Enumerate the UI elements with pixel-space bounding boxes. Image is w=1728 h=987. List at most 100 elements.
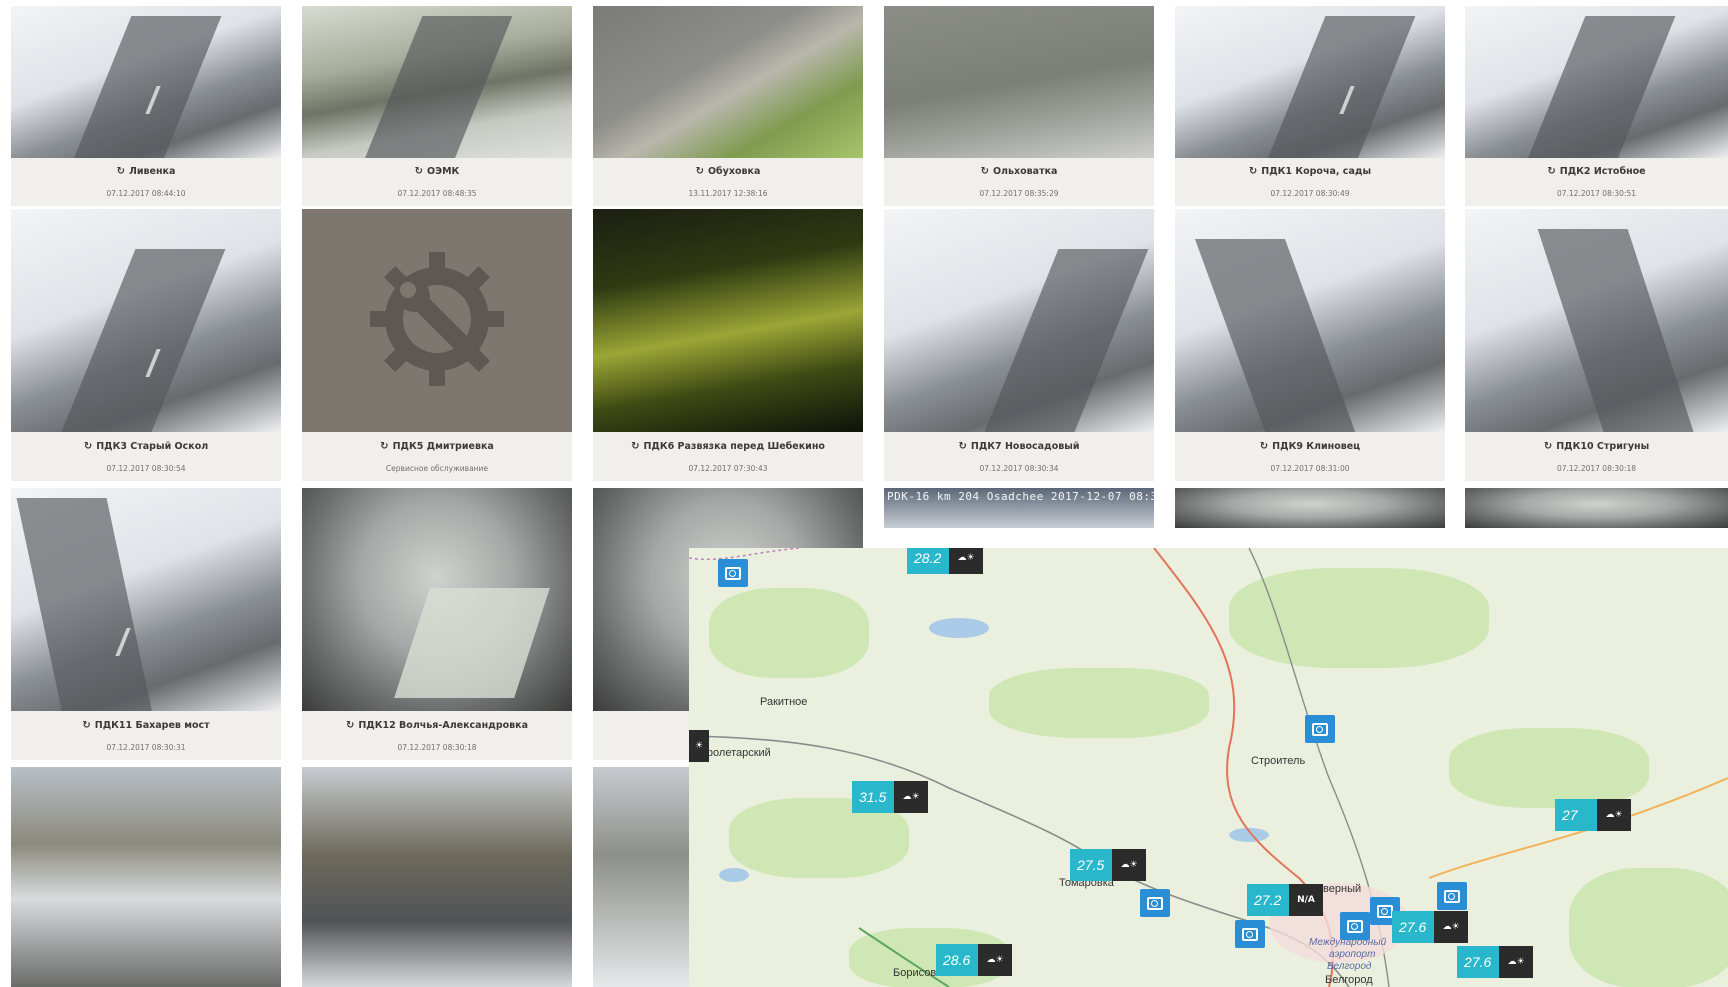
- camera-card[interactable]: ↻ ПДК3 Старый Оскол 07.12.2017 08:30:54: [11, 209, 281, 481]
- weather-marker[interactable]: 27.6 ☁☀: [1392, 911, 1468, 943]
- refresh-icon[interactable]: ↻: [415, 166, 423, 177]
- camera-marker[interactable]: [1140, 889, 1170, 917]
- camera-snapshot[interactable]: [302, 209, 572, 432]
- camera-card[interactable]: [1465, 488, 1728, 528]
- camera-timestamp: 07.12.2017 08:30:18: [1556, 464, 1636, 473]
- cloud-sun-icon: ☁☀: [978, 944, 1012, 976]
- camera-card[interactable]: ↻ ПДК1 Короча, сады 07.12.2017 08:30:49: [1175, 6, 1445, 206]
- camera-card[interactable]: PDK-16 km 204 Osadchee 2017-12-07 08:30:…: [884, 488, 1154, 528]
- camera-card[interactable]: ↻ ПДК7 Новосадовый 07.12.2017 08:30:34: [884, 209, 1154, 481]
- camera-title: ↻ ПДК3 Старый Оскол: [83, 441, 209, 452]
- weather-marker[interactable]: 27 ☁☀: [1555, 799, 1631, 831]
- camera-snapshot[interactable]: [302, 6, 572, 158]
- camera-icon: [1347, 919, 1363, 933]
- camera-marker[interactable]: [1340, 912, 1370, 940]
- camera-icon: [1444, 889, 1460, 903]
- place-label: Строитель: [1251, 755, 1306, 767]
- camera-card[interactable]: ↻ ПДК10 Стригуны 07.12.2017 08:30:18: [1465, 209, 1728, 481]
- temperature-value: 27.6: [1392, 911, 1434, 943]
- camera-snapshot[interactable]: PDK-16 km 204 Osadchee 2017-12-07 08:30:…: [884, 488, 1154, 528]
- place-label: Пролетарский: [699, 747, 771, 759]
- camera-marker[interactable]: [1305, 715, 1335, 743]
- camera-snapshot[interactable]: [1175, 209, 1445, 432]
- weather-marker[interactable]: 31.5 ☁☀: [852, 781, 928, 813]
- refresh-icon[interactable]: ↻: [84, 441, 92, 452]
- camera-card[interactable]: [302, 767, 572, 987]
- camera-snapshot[interactable]: [11, 6, 281, 158]
- camera-card[interactable]: ↻ ПДК6 Развязка перед Шебекино 07.12.2017…: [593, 209, 863, 481]
- camera-timestamp: 07.12.2017 08:30:18: [397, 743, 477, 752]
- camera-snapshot[interactable]: [302, 488, 572, 711]
- refresh-icon[interactable]: ↻: [82, 720, 90, 731]
- camera-snapshot[interactable]: [302, 767, 572, 987]
- refresh-icon[interactable]: ↻: [1249, 166, 1257, 177]
- camera-card[interactable]: ↻ ПДК11 Бахарев мост 07.12.2017 08:30:31: [11, 488, 281, 760]
- weather-marker[interactable]: 27.6 ☁☀: [1457, 946, 1533, 978]
- place-label: Ракитное: [760, 696, 808, 708]
- camera-timestamp: 07.12.2017 08:31:00: [1270, 464, 1350, 473]
- weather-map[interactable]: Ракитное Пролетарский Строитель Томаровк…: [689, 548, 1728, 987]
- refresh-icon[interactable]: ↻: [631, 441, 639, 452]
- weather-marker[interactable]: 27.2 N/A: [1247, 884, 1323, 916]
- camera-snapshot[interactable]: [593, 6, 863, 158]
- camera-marker[interactable]: [1437, 882, 1467, 910]
- camera-card[interactable]: ↻ ПДК2 Истобное 07.12.2017 08:30:51: [1465, 6, 1728, 206]
- cloud-sun-icon: ☁☀: [894, 781, 928, 813]
- camera-icon: [725, 566, 741, 580]
- camera-snapshot[interactable]: [1175, 6, 1445, 158]
- refresh-icon[interactable]: ↻: [958, 441, 966, 452]
- weather-marker[interactable]: 28.6 ☁☀: [936, 944, 1012, 976]
- refresh-icon[interactable]: ↻: [380, 441, 388, 452]
- camera-marker[interactable]: [718, 559, 748, 587]
- camera-timestamp: 07.12.2017 08:48:35: [397, 189, 477, 198]
- camera-title: ↻ ПДК9 Клиновец: [1259, 441, 1361, 452]
- camera-card[interactable]: ↻ Обуховка 13.11.2017 12:38:16: [593, 6, 863, 206]
- refresh-icon[interactable]: ↻: [117, 166, 125, 177]
- camera-title: ↻ ОЭМК: [414, 166, 460, 177]
- weather-marker[interactable]: 27.5 ☁☀: [1070, 849, 1146, 881]
- place-label: Белгород: [1325, 974, 1373, 986]
- camera-timestamp: 07.12.2017 07:30:43: [688, 464, 768, 473]
- temperature-value: 27: [1555, 799, 1597, 831]
- camera-card[interactable]: ↻ ПДК9 Клиновец 07.12.2017 08:31:00: [1175, 209, 1445, 481]
- camera-snapshot[interactable]: [11, 767, 281, 987]
- weather-marker[interactable]: 28.2 ☁☀: [907, 548, 983, 574]
- camera-card[interactable]: ↻ ПДК5 Дмитриевка Сервисное обслуживание: [302, 209, 572, 481]
- camera-title: ↻ ПДК1 Короча, сады: [1248, 166, 1372, 177]
- camera-card[interactable]: ↻ ПДК12 Волчья-Александровка 07.12.2017 0…: [302, 488, 572, 760]
- camera-card[interactable]: ↻ Ольховатка 07.12.2017 08:35:29: [884, 6, 1154, 206]
- maintenance-icon: [362, 244, 512, 394]
- refresh-icon[interactable]: ↻: [981, 166, 989, 177]
- camera-timestamp: 07.12.2017 08:30:31: [106, 743, 186, 752]
- camera-card[interactable]: ↻ Ливенка 07.12.2017 08:44:10: [11, 6, 281, 206]
- camera-snapshot[interactable]: [884, 209, 1154, 432]
- camera-card[interactable]: [11, 767, 281, 987]
- camera-snapshot[interactable]: [11, 209, 281, 432]
- cloud-sun-icon: ☁☀: [1434, 911, 1468, 943]
- camera-title: ↻ ПДК11 Бахарев мост: [82, 720, 210, 731]
- camera-title: ↻ Ольховатка: [980, 166, 1058, 177]
- refresh-icon[interactable]: ↻: [1260, 441, 1268, 452]
- refresh-icon[interactable]: ↻: [1544, 441, 1552, 452]
- refresh-icon[interactable]: ↻: [346, 720, 354, 731]
- camera-timestamp: 13.11.2017 12:38:16: [688, 189, 768, 198]
- temperature-value: 27.2: [1247, 884, 1289, 916]
- camera-snapshot[interactable]: [1465, 6, 1728, 158]
- camera-snapshot[interactable]: [11, 488, 281, 711]
- camera-snapshot[interactable]: [1465, 488, 1728, 528]
- refresh-icon[interactable]: ↻: [1547, 166, 1555, 177]
- camera-card[interactable]: ↻ ОЭМК 07.12.2017 08:48:35: [302, 6, 572, 206]
- camera-snapshot[interactable]: [1175, 488, 1445, 528]
- camera-card[interactable]: [1175, 488, 1445, 528]
- camera-snapshot[interactable]: [1465, 209, 1728, 432]
- camera-timestamp: 07.12.2017 08:30:54: [106, 464, 186, 473]
- camera-icon: [1377, 904, 1393, 918]
- camera-overlay-text: PDK-16 km 204 Osadchee 2017-12-07 08:30:…: [887, 490, 1154, 503]
- camera-snapshot[interactable]: [884, 6, 1154, 158]
- camera-snapshot[interactable]: [593, 209, 863, 432]
- camera-marker[interactable]: [1235, 920, 1265, 948]
- cloud-sun-icon: ☁☀: [949, 548, 983, 574]
- temperature-value: 28.2: [907, 548, 949, 574]
- refresh-icon[interactable]: ↻: [696, 166, 704, 177]
- camera-timestamp: 07.12.2017 08:35:29: [979, 189, 1059, 198]
